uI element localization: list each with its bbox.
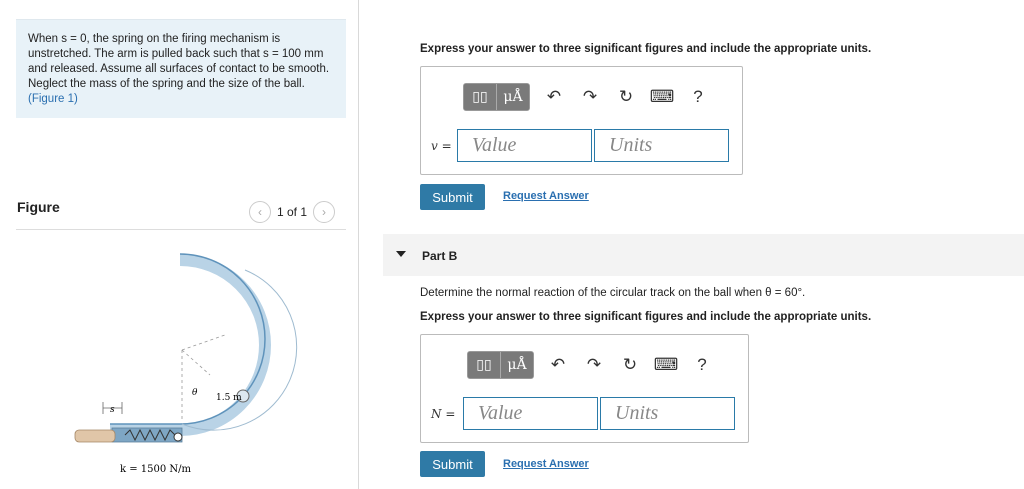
- part-b-answer-box: ▯▯ μÅ ↶ ↷ ↻ ⌨ ? N = Value Units: [420, 334, 749, 443]
- problem-text: When s = 0, the spring on the firing mec…: [28, 33, 330, 90]
- divider: [16, 229, 346, 230]
- part-b-instruction: Express your answer to three significant…: [420, 311, 872, 323]
- help-button[interactable]: ?: [686, 85, 710, 109]
- reset-icon: ↻: [622, 355, 638, 374]
- undo-button[interactable]: ↶: [542, 85, 566, 109]
- help-icon: ?: [693, 87, 703, 106]
- spring-constant-label: k = 1500 N/m: [120, 464, 192, 475]
- template-button[interactable]: ▯▯: [468, 352, 500, 378]
- figure-link[interactable]: (Figure 1): [28, 93, 78, 105]
- mechanism-figure: s θ 1.5 m k = 1500 N/m: [74, 253, 298, 475]
- part-a-tool-group: ▯▯ μÅ: [463, 83, 530, 111]
- redo-icon: ↷: [586, 355, 602, 374]
- part-b-header[interactable]: [383, 234, 1024, 276]
- template-button[interactable]: ▯▯: [464, 84, 496, 110]
- part-a-toolbar: ▯▯ μÅ ↶ ↷ ↻ ⌨ ?: [463, 83, 710, 111]
- keyboard-button[interactable]: ⌨: [649, 85, 675, 109]
- units-icon: μÅ: [507, 357, 527, 373]
- redo-button[interactable]: ↷: [582, 353, 606, 377]
- chevron-left-icon: ‹: [258, 205, 262, 219]
- part-a-answer-box: ▯▯ μÅ ↶ ↷ ↻ ⌨ ? v = Value Units: [420, 66, 743, 175]
- redo-icon: ↷: [582, 87, 598, 106]
- figure-pager: ‹ 1 of 1 ›: [249, 201, 336, 223]
- keyboard-icon: ⌨: [649, 87, 675, 106]
- template-icon: ▯▯: [472, 89, 488, 105]
- part-a-submit-button[interactable]: Submit: [420, 184, 485, 210]
- part-b-question: Determine the normal reaction of the cir…: [420, 287, 806, 299]
- right-panel: Express your answer to three significant…: [359, 0, 1024, 489]
- keyboard-icon: ⌨: [653, 355, 679, 374]
- undo-button[interactable]: ↶: [546, 353, 570, 377]
- reset-icon: ↻: [618, 87, 634, 106]
- part-a-variable: v =: [431, 139, 452, 153]
- redo-button[interactable]: ↷: [578, 85, 602, 109]
- s-label: s: [110, 405, 115, 415]
- prev-figure-button[interactable]: ‹: [249, 201, 271, 223]
- units-button[interactable]: μÅ: [500, 352, 533, 378]
- pager-count: 1 of 1: [277, 205, 308, 219]
- help-button[interactable]: ?: [690, 353, 714, 377]
- part-a-instruction: Express your answer to three significant…: [420, 43, 872, 55]
- chevron-right-icon: ›: [322, 205, 327, 219]
- part-b-units-input[interactable]: Units: [600, 397, 735, 430]
- help-icon: ?: [697, 355, 707, 374]
- part-b-variable: N =: [431, 407, 456, 421]
- reset-button[interactable]: ↻: [614, 85, 638, 109]
- part-a-request-answer-link[interactable]: Request Answer: [503, 190, 589, 202]
- undo-icon: ↶: [550, 355, 566, 374]
- radius-label: 1.5 m: [216, 393, 242, 403]
- template-icon: ▯▯: [476, 357, 492, 373]
- part-b-title: Part B: [422, 249, 458, 263]
- reset-button[interactable]: ↻: [618, 353, 642, 377]
- part-b-value-input[interactable]: Value: [463, 397, 598, 430]
- figure-title: Figure: [17, 199, 60, 215]
- units-button[interactable]: μÅ: [496, 84, 529, 110]
- left-panel: When s = 0, the spring on the firing mec…: [0, 0, 359, 489]
- part-a-value-input[interactable]: Value: [457, 129, 592, 162]
- part-b-tool-group: ▯▯ μÅ: [467, 351, 534, 379]
- collapse-caret-icon[interactable]: [396, 251, 406, 257]
- next-figure-button[interactable]: ›: [313, 201, 336, 223]
- part-b-request-answer-link[interactable]: Request Answer: [503, 458, 589, 470]
- keyboard-button[interactable]: ⌨: [653, 353, 679, 377]
- part-b-submit-button[interactable]: Submit: [420, 451, 485, 477]
- problem-statement: When s = 0, the spring on the firing mec…: [16, 19, 346, 118]
- part-b-toolbar: ▯▯ μÅ ↶ ↷ ↻ ⌨ ?: [467, 351, 714, 379]
- units-icon: μÅ: [503, 89, 523, 105]
- part-a-units-input[interactable]: Units: [594, 129, 729, 162]
- undo-icon: ↶: [546, 87, 562, 106]
- theta-label: θ: [192, 388, 198, 398]
